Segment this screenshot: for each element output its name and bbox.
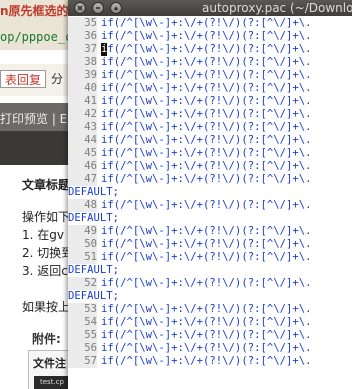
line-number: 54 [68,316,97,329]
code-line[interactable]: 57 if(/^[\w\-]+:\/+(?!\/)(?:[^\/]+\. [68,355,352,368]
text-editor-window: autoproxy.pac (~/Downloads 35 if(/^[\w\-]… [68,0,352,389]
code-text[interactable]: if(/^[\w\-]+:\/+(?!\/)(?:[^\/]+\. [101,342,311,355]
line-number: 39 [68,69,97,82]
body-line: 如果按上 [22,300,71,314]
code-line[interactable]: 35 if(/^[\w\-]+:\/+(?!\/)(?:[^\/]+\. [68,17,352,30]
line-number: 53 [68,303,97,316]
code-text[interactable]: if(/^[\w\-]+:\/+(?!\/)(?:[^\/]+\. [101,160,311,173]
attachments-label: 附件: [32,332,61,346]
code-text[interactable]: DEFAULT; [68,264,119,277]
code-line[interactable]: 48 if(/^[\w\-]+:\/+(?!\/)(?:[^\/]+\. [68,199,352,212]
code-text[interactable]: if(/^[\w\-]+:\/+(?!\/)(?:[^\/]+\. [101,108,311,121]
title-bar[interactable]: autoproxy.pac (~/Downloads [68,0,352,16]
code-line[interactable]: 47 if(/^[\w\-]+:\/+(?!\/)(?:[^\/]+\. [68,173,352,186]
line-number: 36 [68,30,97,43]
code-text[interactable]: if(/^[\w\-]+:\/+(?!\/)(?:[^\/]+\. [101,69,311,82]
code-line[interactable]: 44 if(/^[\w\-]+:\/+(?!\/)(?:[^\/]+\. [68,134,352,147]
code-text[interactable]: if(/^[\w\-]+:\/+(?!\/)(?:[^\/]+\. [101,355,311,368]
line-number: 45 [68,147,97,160]
text-cursor: i [101,43,108,56]
line-number: 38 [68,56,97,69]
code-text[interactable]: if(/^[\w\-]+:\/+(?!\/)(?:[^\/]+\. [101,225,311,238]
line-number: 43 [68,121,97,134]
code-text[interactable]: if(/^[\w\-]+:\/+(?!\/)(?:[^\/]+\. [101,251,311,264]
code-text[interactable]: DEFAULT; [68,290,119,303]
code-line-wrapped[interactable]: DEFAULT; [68,264,352,277]
line-number: 40 [68,82,97,95]
line-number: 49 [68,225,97,238]
code-text[interactable]: if(/^[\w\-]+:\/+(?!\/)(?:[^\/]+\. [101,199,311,212]
line-number: 42 [68,108,97,121]
body-line: 1. 在gv [22,228,64,242]
code-line[interactable]: 53 if(/^[\w\-]+:\/+(?!\/)(?:[^\/]+\. [68,303,352,316]
code-text[interactable]: if(/^[\w\-]+:\/+(?!\/)(?:[^\/]+\. [101,82,311,95]
code-text[interactable]: DEFAULT; [68,212,119,225]
code-line[interactable]: 45 if(/^[\w\-]+:\/+(?!\/)(?:[^\/]+\. [68,147,352,160]
line-number: 47 [68,173,97,186]
line-number: 55 [68,329,97,342]
code-text[interactable]: DEFAULT; [68,186,119,199]
code-line[interactable]: 50 if(/^[\w\-]+:\/+(?!\/)(?:[^\/]+\. [68,238,352,251]
code-line[interactable]: 49 if(/^[\w\-]+:\/+(?!\/)(?:[^\/]+\. [68,225,352,238]
code-line[interactable]: 52 if(/^[\w\-]+:\/+(?!\/)(?:[^\/]+\. [68,277,352,290]
code-line[interactable]: 54 if(/^[\w\-]+:\/+(?!\/)(?:[^\/]+\. [68,316,352,329]
code-text[interactable]: if(/^[\w\-]+:\/+(?!\/)(?:[^\/]+\. [101,316,311,329]
line-number: 56 [68,342,97,355]
article-title: 文章标题 [22,178,71,192]
thumbnail-label: test.cp [40,378,64,386]
line-number: 41 [68,95,97,108]
line-number: 50 [68,238,97,251]
code-line[interactable]: 39 if(/^[\w\-]+:\/+(?!\/)(?:[^\/]+\. [68,69,352,82]
code-text[interactable]: if(/^[\w\-]+:\/+(?!\/)(?:[^\/]+\. [101,303,311,316]
line-number: 57 [68,355,97,368]
page-notice-text: n原先框选的 [0,4,69,18]
body-line: 3. 返回c [22,264,68,278]
code-text[interactable]: if(/^[\w\-]+:\/+(?!\/)(?:[^\/]+\. [101,238,311,251]
code-line[interactable]: 41 if(/^[\w\-]+:\/+(?!\/)(?:[^\/]+\. [68,95,352,108]
code-text[interactable]: if(/^[\w\-]+:\/+(?!\/)(?:[^\/]+\. [101,43,312,56]
code-line[interactable]: 46 if(/^[\w\-]+:\/+(?!\/)(?:[^\/]+\. [68,160,352,173]
code-line[interactable]: 38 if(/^[\w\-]+:\/+(?!\/)(?:[^\/]+\. [68,56,352,69]
reply-button[interactable]: 表回复 [0,70,47,88]
code-text[interactable]: if(/^[\w\-]+:\/+(?!\/)(?:[^\/]+\. [101,277,311,290]
attachment-file-label: 文件注 [33,357,66,370]
code-line[interactable]: 43 if(/^[\w\-]+:\/+(?!\/)(?:[^\/]+\. [68,121,352,134]
code-text[interactable]: if(/^[\w\-]+:\/+(?!\/)(?:[^\/]+\. [101,134,311,147]
share-button[interactable]: 分 [48,70,66,88]
code-text[interactable]: if(/^[\w\-]+:\/+(?!\/)(?:[^\/]+\. [101,121,311,134]
code-text[interactable]: if(/^[\w\-]+:\/+(?!\/)(?:[^\/]+\. [101,95,311,108]
body-line: 操作如下 [22,210,71,224]
code-line[interactable]: 56 if(/^[\w\-]+:\/+(?!\/)(?:[^\/]+\. [68,342,352,355]
code-text[interactable]: if(/^[\w\-]+:\/+(?!\/)(?:[^\/]+\. [101,173,311,186]
line-number: 52 [68,277,97,290]
code-area[interactable]: 35 if(/^[\w\-]+:\/+(?!\/)(?:[^\/]+\. 36 if(… [68,17,352,368]
line-number: 48 [68,199,97,212]
window-title: autoproxy.pac (~/Downloads [202,1,352,15]
code-line-wrapped[interactable]: DEFAULT; [68,290,352,303]
line-number: 51 [68,251,97,264]
code-text[interactable]: if(/^[\w\-]+:\/+(?!\/)(?:[^\/]+\. [101,56,311,69]
page-url-text[interactable]: op/pppoe_c [0,30,72,44]
code-line[interactable]: 40 if(/^[\w\-]+:\/+(?!\/)(?:[^\/]+\. [68,82,352,95]
code-line[interactable]: 37 if(/^[\w\-]+:\/+(?!\/)(?:[^\/]+\. [68,43,352,56]
code-line[interactable]: 51 if(/^[\w\-]+:\/+(?!\/)(?:[^\/]+\. [68,251,352,264]
code-line[interactable]: 36 if(/^[\w\-]+:\/+(?!\/)(?:[^\/]+\. [68,30,352,43]
line-number: 37 [68,43,97,56]
code-line[interactable]: 55 if(/^[\w\-]+:\/+(?!\/)(?:[^\/]+\. [68,329,352,342]
body-line: 2. 切换到 [22,246,74,260]
line-number: 44 [68,134,97,147]
code-line[interactable]: 42 if(/^[\w\-]+:\/+(?!\/)(?:[^\/]+\. [68,108,352,121]
code-text[interactable]: if(/^[\w\-]+:\/+(?!\/)(?:[^\/]+\. [101,147,311,160]
line-number: 46 [68,160,97,173]
print-preview-link[interactable]: 打印预览 | En [0,110,75,127]
code-text[interactable]: if(/^[\w\-]+:\/+(?!\/)(?:[^\/]+\. [101,329,311,342]
code-line-wrapped[interactable]: DEFAULT; [68,186,352,199]
line-number: 35 [68,17,97,30]
code-text[interactable]: if(/^[\w\-]+:\/+(?!\/)(?:[^\/]+\. [101,30,311,43]
code-text[interactable]: if(/^[\w\-]+:\/+(?!\/)(?:[^\/]+\. [101,17,311,30]
code-line-wrapped[interactable]: DEFAULT; [68,212,352,225]
